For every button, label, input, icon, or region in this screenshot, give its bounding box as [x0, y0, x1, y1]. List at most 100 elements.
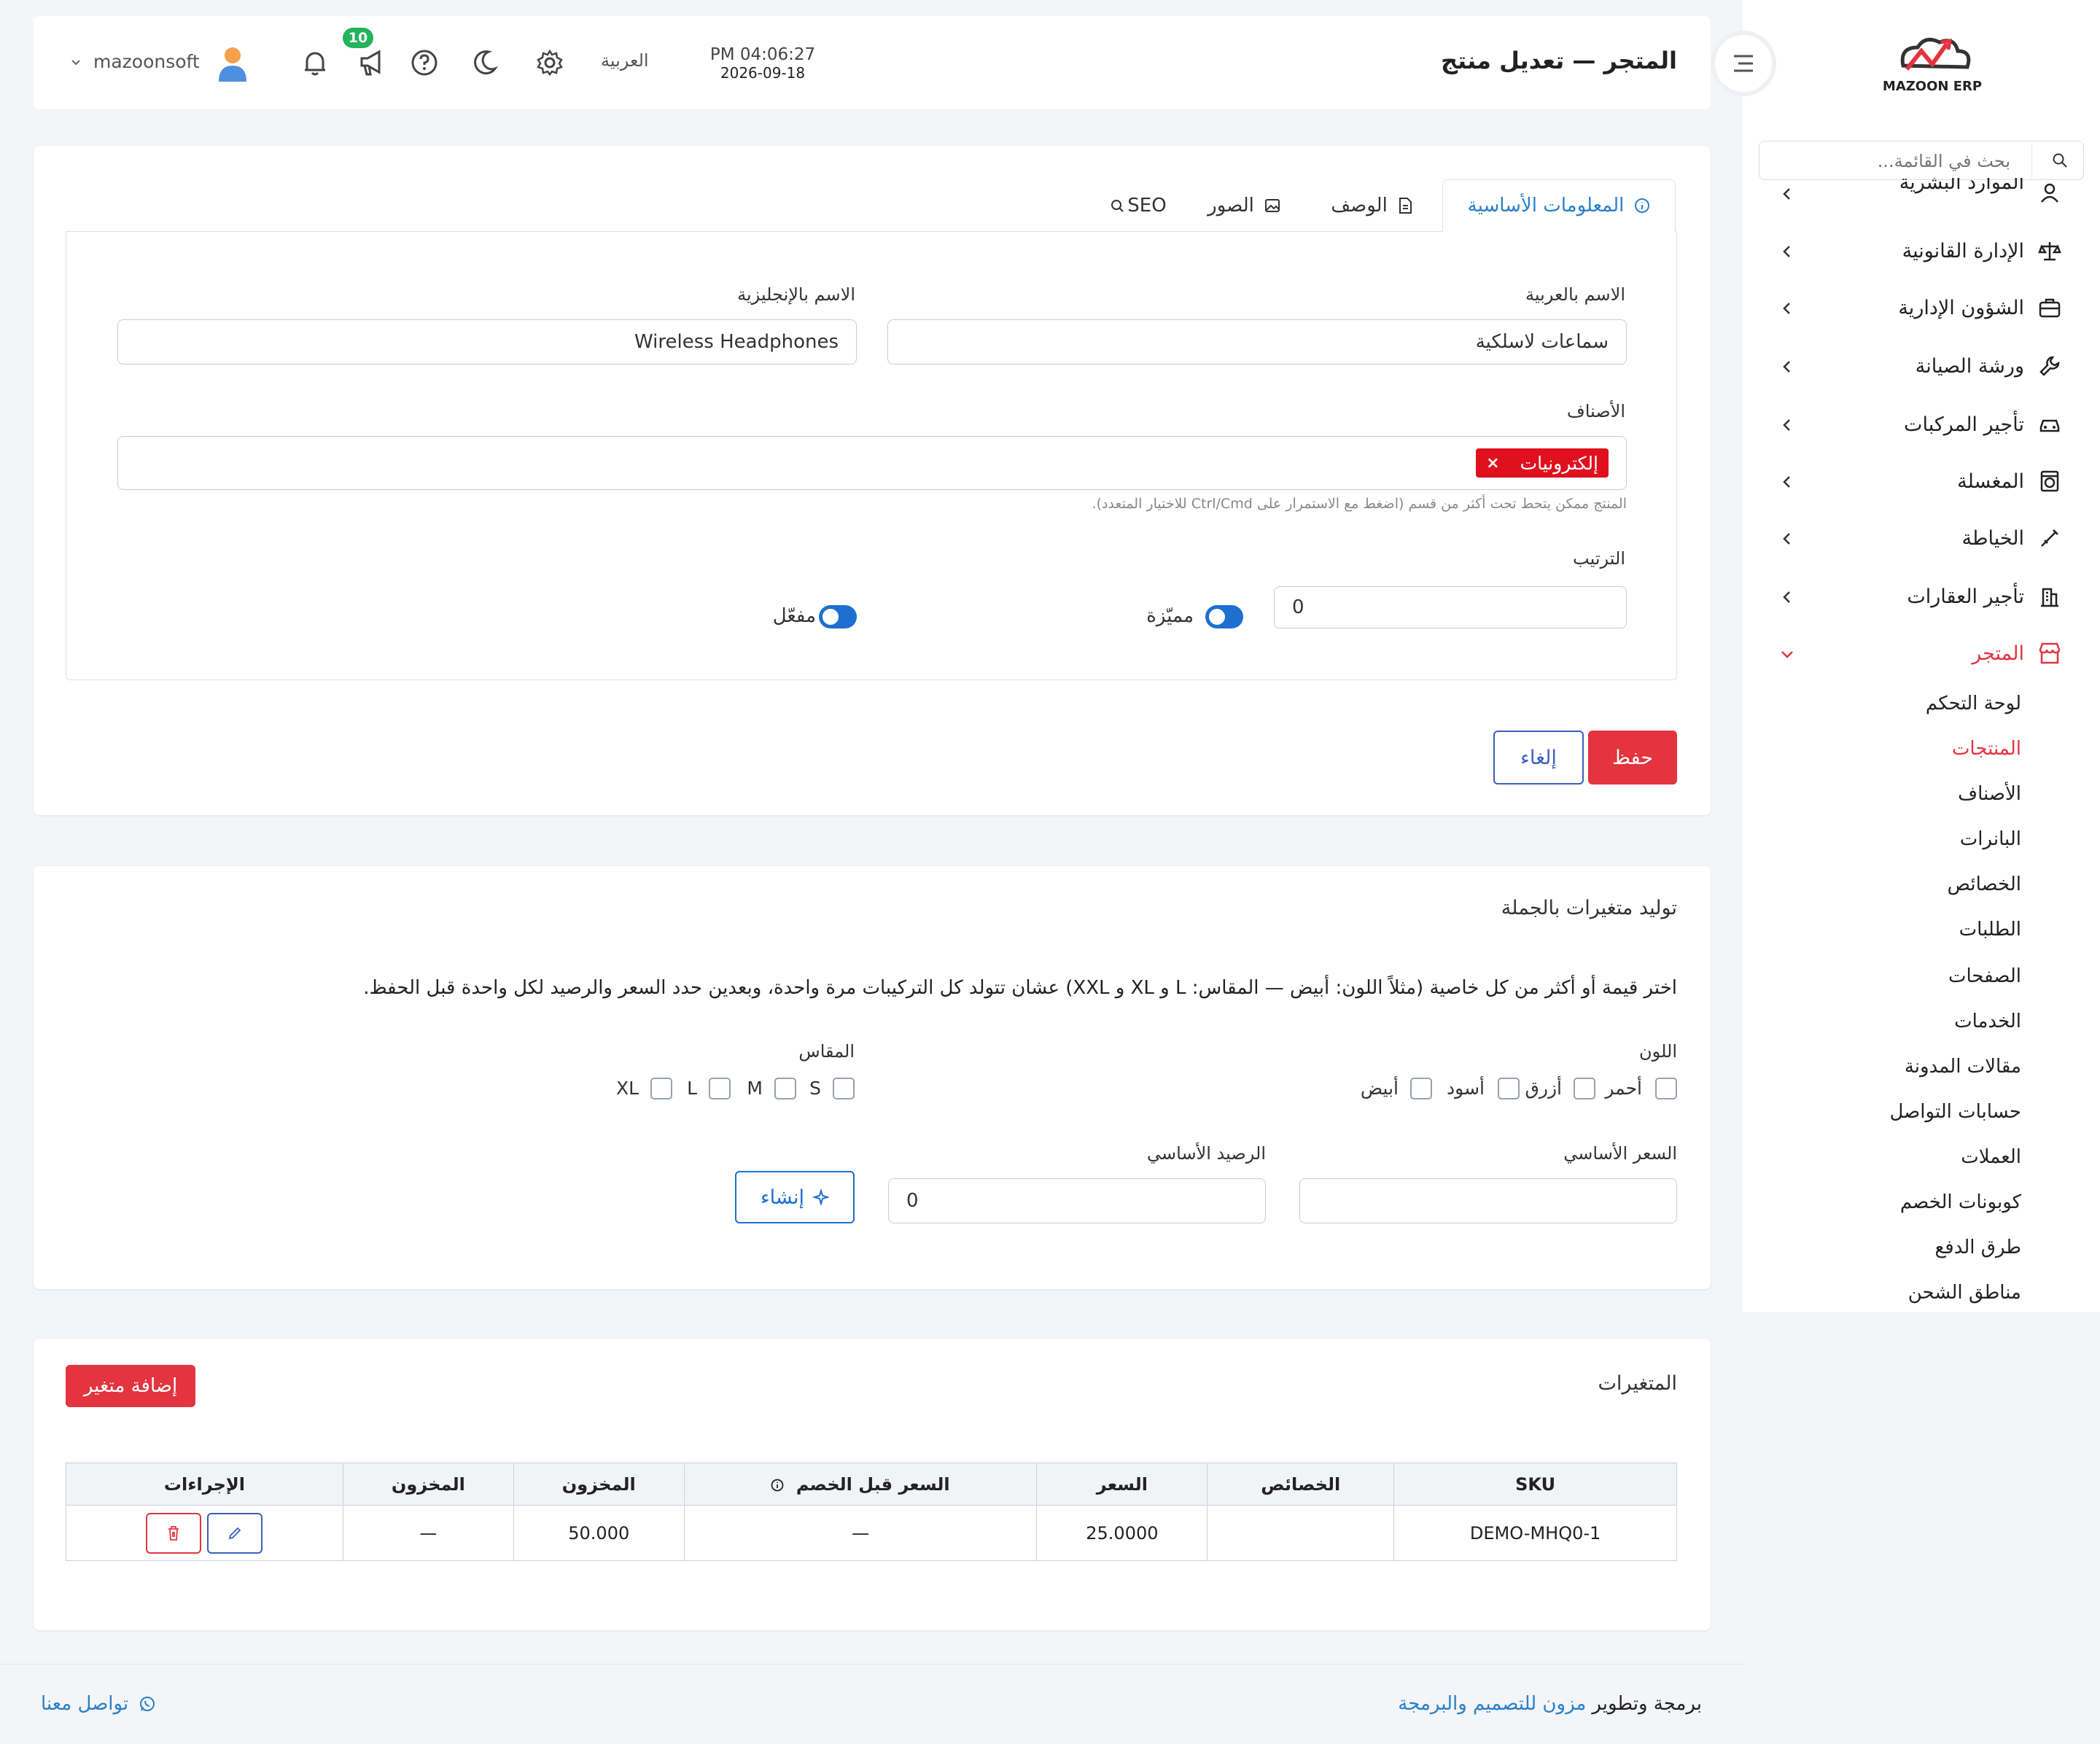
clock-time: PM 04:06:27 — [709, 45, 816, 64]
menu-item-label: ورشة الصيانة — [1915, 354, 2024, 378]
submenu-pages[interactable]: الصفحات — [1948, 965, 2021, 987]
contact-label: تواصل معنا — [41, 1693, 129, 1715]
size-checkbox-xl[interactable] — [650, 1078, 672, 1099]
categories-help-text: المنتج ممكن يتحط تحت أكثر من قسم (اضغط م… — [1092, 496, 1627, 512]
delete-button[interactable] — [146, 1512, 202, 1554]
submenu-currencies[interactable]: العملات — [1961, 1146, 2021, 1168]
megaphone-icon[interactable] — [357, 48, 388, 77]
tab-images[interactable]: الصور — [1186, 179, 1302, 232]
sidebar: MAZOON ERP الموارد البشرية الإدارة القان… — [1743, 0, 2100, 1312]
submenu-blog[interactable]: مقالات المدونة — [1905, 1056, 2021, 1078]
footer-credit-link[interactable]: مزون للتصميم والبرمجة — [1398, 1693, 1586, 1715]
featured-label: مميّزة — [1146, 605, 1194, 627]
active-toggle[interactable] — [819, 605, 857, 628]
color-label-black: أسود — [1447, 1078, 1485, 1099]
search-icon — [1111, 200, 1124, 212]
chevron-down-icon[interactable] — [70, 57, 82, 69]
washer-icon — [2037, 469, 2062, 494]
menu-item-tailoring[interactable]: الخياطة — [1962, 522, 2063, 554]
gear-icon[interactable] — [535, 48, 564, 77]
cancel-button[interactable]: إلغاء — [1493, 731, 1584, 785]
size-checkbox-s[interactable] — [833, 1078, 855, 1099]
avatar[interactable] — [216, 45, 249, 82]
size-checkbox-l[interactable] — [709, 1078, 731, 1099]
menu-item-vehicles[interactable]: تأجير المركبات — [1904, 408, 2062, 440]
color-checkbox-blue[interactable] — [1574, 1078, 1595, 1099]
category-tag: إلكترونيات × — [1476, 448, 1609, 478]
tab-label: الصور — [1208, 195, 1254, 217]
menu-item-laundry[interactable]: المغسلة — [1957, 465, 2062, 497]
menu-search-input[interactable] — [1770, 147, 2010, 175]
create-variants-button[interactable]: إنشاء — [735, 1171, 855, 1223]
color-label-red: أحمر — [1605, 1078, 1642, 1099]
base-stock-input[interactable]: 0 — [888, 1178, 1266, 1223]
menu-item-hr[interactable]: الموارد البشرية — [1899, 178, 2062, 207]
submenu-orders[interactable]: الطلبات — [1959, 919, 2021, 941]
tab-seo[interactable]: SEO — [1091, 179, 1186, 232]
submenu-payments[interactable]: طرق الدفع — [1934, 1237, 2021, 1258]
top-bar: المتجر — تعديل منتج PM 04:06:27 2026-09-… — [34, 16, 1711, 109]
tab-panel: الاسم بالعربية سماعات لاسلكية الاسم بالإ… — [66, 231, 1677, 680]
submenu-attributes[interactable]: الخصائص — [1948, 873, 2022, 895]
product-form-card: المعلومات الأساسية الوصف الصور SEO الاسم… — [34, 146, 1711, 815]
language-switch[interactable]: العربية — [601, 50, 649, 71]
sparkle-icon — [813, 1189, 830, 1205]
tab-description[interactable]: الوصف — [1302, 179, 1441, 232]
create-label: إنشاء — [760, 1186, 805, 1209]
document-icon — [1399, 198, 1412, 214]
size-label-m: M — [747, 1078, 763, 1099]
tab-label: SEO — [1127, 195, 1167, 217]
size-checkbox-m[interactable] — [774, 1078, 796, 1099]
submenu-products[interactable]: المنتجات — [1952, 738, 2021, 760]
base-price-input[interactable] — [1299, 1178, 1677, 1223]
variants-title: المتغيرات — [1598, 1372, 1677, 1395]
submenu-coupons[interactable]: كوبونات الخصم — [1900, 1191, 2021, 1213]
remove-tag-icon[interactable]: × — [1486, 454, 1499, 472]
save-button[interactable]: حفظ — [1588, 731, 1677, 785]
size-label-s: S — [809, 1078, 821, 1099]
submenu-services[interactable]: الخدمات — [1954, 1011, 2021, 1032]
menu-item-workshop[interactable]: ورشة الصيانة — [1916, 350, 2062, 382]
add-variant-button[interactable]: إضافة متغير — [66, 1365, 195, 1407]
submenu-shipping[interactable]: مناطق الشحن — [1908, 1282, 2021, 1304]
color-checkbox-black[interactable] — [1498, 1078, 1520, 1099]
image-icon — [1264, 199, 1280, 212]
order-label: الترتيب — [1573, 548, 1625, 569]
chevron-down-icon — [1781, 651, 1793, 658]
scale-icon — [2037, 238, 2062, 263]
name-en-input[interactable]: Wireless Headphones — [117, 319, 857, 365]
menu-item-label: الإدارة القانونية — [1902, 239, 2024, 262]
menu-item-admin[interactable]: الشؤون الإدارية — [1898, 292, 2062, 324]
color-checkbox-white[interactable] — [1410, 1078, 1432, 1099]
footer-credit-prefix: برمجة وتطوير — [1592, 1693, 1702, 1715]
briefcase-icon — [2037, 295, 2062, 320]
sidebar-toggle-button[interactable] — [1711, 31, 1776, 96]
name-ar-input[interactable]: سماعات لاسلكية — [887, 319, 1627, 365]
categories-select[interactable]: إلكترونيات × — [117, 436, 1627, 490]
submenu-social[interactable]: حسابات التواصل — [1889, 1101, 2021, 1123]
bell-icon[interactable] — [300, 48, 330, 77]
edit-button[interactable] — [207, 1512, 263, 1554]
submenu-banners[interactable]: البانرات — [1960, 828, 2021, 850]
app-logo[interactable]: MAZOON ERP — [1874, 29, 1991, 102]
menu-item-label: المتجر — [1972, 642, 2024, 665]
submenu-categories[interactable]: الأصناف — [1958, 783, 2021, 805]
help-icon[interactable] — [410, 48, 439, 77]
featured-toggle[interactable] — [1205, 605, 1243, 628]
menu-item-realestate[interactable]: تأجير العقارات — [1907, 580, 2062, 612]
size-label-l: L — [687, 1078, 697, 1099]
contact-link[interactable]: تواصل معنا — [41, 1693, 156, 1715]
order-input[interactable]: 0 — [1274, 586, 1627, 628]
color-checkbox-red[interactable] — [1655, 1078, 1677, 1099]
tab-basic-info[interactable]: المعلومات الأساسية — [1442, 179, 1676, 232]
info-icon — [771, 1479, 784, 1491]
menu-item-store[interactable]: المتجر — [1972, 637, 2062, 669]
username[interactable]: mazoonsoft — [93, 51, 200, 72]
column-header-compare-price: السعر قبل الخصم — [683, 1463, 1038, 1506]
moon-icon[interactable] — [470, 48, 499, 77]
bulk-title: توليد متغيرات بالجملة — [1501, 897, 1677, 919]
cell-compare-price: — — [683, 1505, 1038, 1561]
submenu-dashboard[interactable]: لوحة التحكم — [1926, 693, 2021, 715]
search-icon[interactable] — [2051, 152, 2069, 169]
menu-item-legal[interactable]: الإدارة القانونية — [1902, 235, 2062, 267]
